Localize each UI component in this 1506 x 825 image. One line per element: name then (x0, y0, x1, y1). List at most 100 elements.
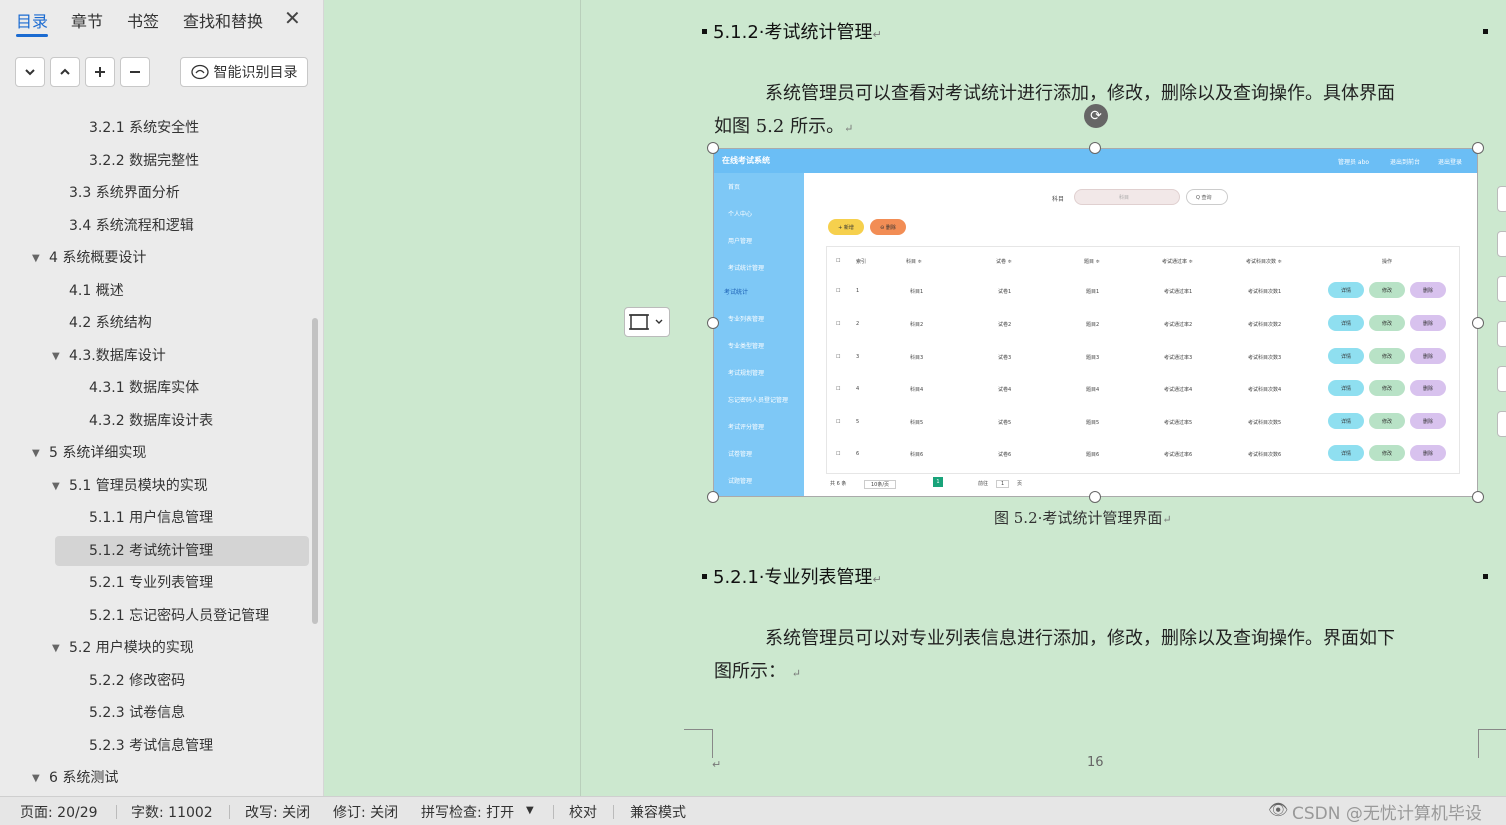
section-heading[interactable]: 5.2.1·专业列表管理↵ (713, 563, 882, 589)
toc-item[interactable]: 5.1 管理员模块的实现 (69, 471, 208, 501)
toc-item[interactable]: 5.2.3 试卷信息 (89, 698, 185, 728)
paragraph-line[interactable]: 系统管理员可以对专业列表信息进行添加，修改，删除以及查询操作。界面如下 (765, 622, 1395, 656)
toc-item[interactable]: 4.2 系统结构 (69, 308, 152, 338)
side-tool-tab[interactable] (1497, 186, 1506, 212)
paragraph-line[interactable]: 如图 5.2 所示。↵ (714, 110, 853, 146)
paragraph-line[interactable]: 图所示： ↵ (714, 655, 801, 691)
embedded-cell: 题目4 (1086, 387, 1100, 393)
status-proofread[interactable]: 校对 (569, 802, 597, 822)
resize-handle[interactable] (1472, 142, 1484, 154)
status-spellcheck[interactable]: 拼写检查: 打开 (421, 802, 514, 822)
expand-arrow-icon[interactable]: ▼ (52, 481, 60, 492)
toc-item[interactable]: 5.2.1 忘记密码人员登记管理 (89, 601, 269, 631)
resize-handle[interactable] (1089, 142, 1101, 154)
expand-arrow-icon[interactable]: ▼ (32, 773, 40, 784)
resize-handle[interactable] (1472, 491, 1484, 503)
expand-arrow-icon[interactable]: ▼ (32, 448, 40, 459)
toc-item[interactable]: 3.4 系统流程和逻辑 (69, 211, 194, 241)
toc-item[interactable]: 4 系统概要设计 (49, 243, 146, 273)
expand-button[interactable] (50, 57, 80, 87)
embedded-detail-pill: 详情 (1328, 380, 1364, 396)
embedded-screenshot-image[interactable]: 在线考试系统 管理员 abo 退出到前台 退出登录 首页 个人中心 用户管理 考… (713, 148, 1478, 497)
close-icon[interactable]: ✕ (284, 6, 301, 30)
embedded-edit-pill: 修改 (1369, 282, 1405, 298)
page-number: 16 (1087, 755, 1104, 770)
toc-item[interactable]: 5.2 用户模块的实现 (69, 633, 194, 663)
expand-arrow-icon[interactable]: ▼ (32, 253, 40, 264)
embedded-cell: 考试科目次数3 (1248, 355, 1282, 361)
divider (553, 805, 554, 819)
resize-handle[interactable] (707, 317, 719, 329)
tab-find-replace[interactable]: 查找和替换 (183, 8, 263, 32)
status-overwrite[interactable]: 改写: 关闭 (245, 802, 310, 822)
status-word-count[interactable]: 字数: 11002 (131, 802, 213, 822)
heading-marker (702, 574, 707, 579)
embedded-detail-pill: 详情 (1328, 413, 1364, 429)
section-heading[interactable]: 5.1.2·考试统计管理↵ (713, 18, 882, 44)
embedded-menu-item: 考试规划管理 (728, 370, 765, 377)
add-heading-button[interactable] (85, 57, 115, 87)
expand-arrow-icon[interactable]: ▼ (52, 351, 60, 362)
embedded-header-cell: 试卷 ≑ (996, 259, 1012, 265)
expand-arrow-icon[interactable]: ▼ (52, 643, 60, 654)
rotate-handle-icon[interactable]: ⟳ (1084, 104, 1108, 128)
status-revision[interactable]: 修订: 关闭 (333, 802, 398, 822)
embedded-cell: 考试科目次数2 (1248, 322, 1282, 328)
embedded-app-title: 在线考试系统 (722, 156, 770, 165)
side-tool-tab[interactable] (1497, 321, 1506, 347)
embedded-edit-pill: 修改 (1369, 445, 1405, 461)
smart-toc-button[interactable]: 智能识别目录 (180, 57, 308, 87)
embedded-detail-pill: 详情 (1328, 348, 1364, 364)
toc-item[interactable]: 5.1.1 用户信息管理 (89, 503, 213, 533)
tab-toc[interactable]: 目录 (16, 8, 48, 32)
embedded-cell: 5 (856, 419, 860, 425)
toc-item[interactable]: 6 系统测试 (49, 763, 118, 793)
chevron-down-icon (25, 69, 35, 76)
embedded-menu-item: 考试统计管理 (728, 265, 765, 272)
side-tool-tab[interactable] (1497, 276, 1506, 302)
embedded-checkbox: ☐ (836, 419, 841, 425)
embedded-detail-pill: 详情 (1328, 445, 1364, 461)
collapse-button[interactable] (15, 57, 45, 87)
layout-icon (629, 314, 649, 330)
toc-item-active[interactable]: 5.1.2 考试统计管理 (55, 536, 309, 566)
status-compat-mode[interactable]: 兼容模式 (630, 802, 686, 822)
tab-bookmarks[interactable]: 书签 (127, 8, 159, 32)
figure-caption[interactable]: 图 5.2·考试统计管理界面↵ (994, 507, 1172, 528)
eye-icon[interactable]: 👁 (1268, 800, 1288, 819)
resize-handle[interactable] (1089, 491, 1101, 503)
embedded-menu-item: 首页 (728, 184, 741, 191)
side-tool-tab[interactable] (1497, 411, 1506, 437)
remove-heading-button[interactable] (120, 57, 150, 87)
resize-handle[interactable] (707, 491, 719, 503)
embedded-top-link: 退出登录 (1438, 159, 1463, 166)
sidebar-scrollbar[interactable] (312, 318, 318, 624)
toc-item[interactable]: 4.3.数据库设计 (69, 341, 166, 371)
resize-handle[interactable] (707, 142, 719, 154)
chevron-down-icon[interactable]: ▼ (526, 805, 534, 816)
embedded-cell: 题目3 (1086, 355, 1100, 361)
layout-options-button[interactable] (624, 307, 670, 337)
toc-item[interactable]: 5 系统详细实现 (49, 438, 146, 468)
embedded-menu-item: 忘记密码人员登记管理 (728, 397, 789, 404)
toc-item[interactable]: 5.2.2 修改密码 (89, 666, 185, 696)
toc-item[interactable]: 3.3 系统界面分析 (69, 178, 180, 208)
embedded-cell: 6 (856, 451, 860, 457)
paragraph-line[interactable]: 系统管理员可以查看对考试统计进行添加，修改，删除以及查询操作。具体界面 (765, 77, 1395, 111)
embedded-edit-pill: 修改 (1369, 315, 1405, 331)
embedded-checkbox: ☐ (836, 288, 841, 294)
toc-item[interactable]: 4.3.1 数据库实体 (89, 373, 199, 403)
embedded-checkbox: ☐ (836, 321, 841, 327)
toc-item[interactable]: 5.2.1 专业列表管理 (89, 568, 213, 598)
tab-chapters[interactable]: 章节 (71, 8, 103, 32)
resize-handle[interactable] (1472, 317, 1484, 329)
toc-item[interactable]: 3.2.1 系统安全性 (89, 113, 199, 143)
toc-item[interactable]: 5.2.3 考试信息管理 (89, 731, 213, 761)
status-page[interactable]: 页面: 20/29 (20, 802, 98, 822)
side-tool-tab[interactable] (1497, 231, 1506, 257)
embedded-header-cell: 操作 (1382, 259, 1393, 265)
toc-item[interactable]: 3.2.2 数据完整性 (89, 146, 199, 176)
toc-item[interactable]: 4.1 概述 (69, 276, 124, 306)
toc-item[interactable]: 4.3.2 数据库设计表 (89, 406, 213, 436)
side-tool-tab[interactable] (1497, 366, 1506, 392)
